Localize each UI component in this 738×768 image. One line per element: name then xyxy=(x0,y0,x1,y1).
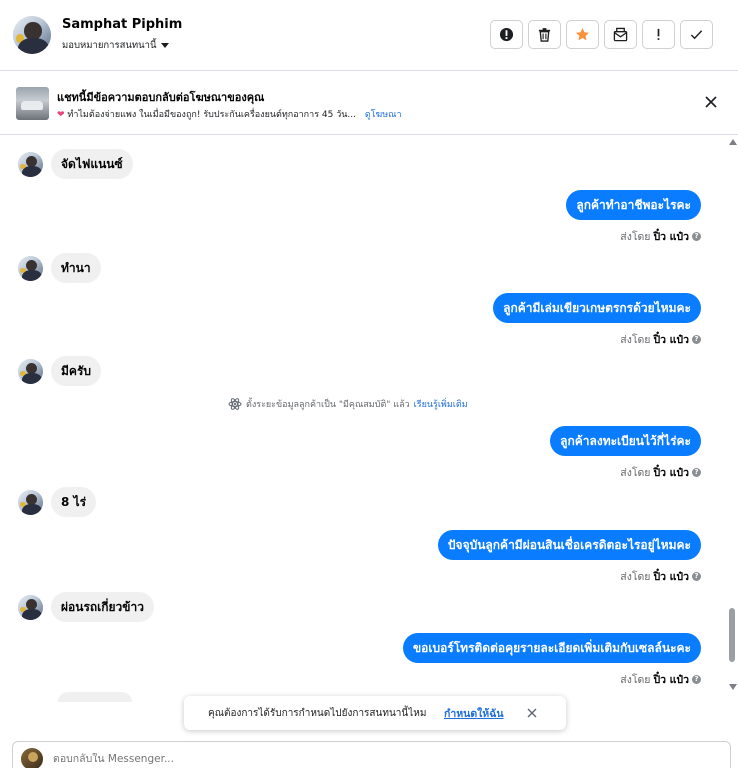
info-icon[interactable]: ? xyxy=(692,468,701,477)
learn-more-link[interactable]: เรียนรู้เพิ่มเติม xyxy=(414,397,468,411)
star-icon xyxy=(575,27,590,41)
info-icon[interactable]: ? xyxy=(692,232,701,241)
close-icon[interactable] xyxy=(526,707,538,719)
system-note: ตั้งระยะข้อมูลลูกค้าเป็น "มีคุณสมบัติ" แ… xyxy=(228,397,468,411)
sent-by-label: ส่งโดย ปิ๋ว แป๋ว ? xyxy=(620,331,701,348)
page-avatar xyxy=(21,748,43,768)
message-bubble[interactable]: ผ่อนรถเกี่ยวข้าว xyxy=(51,592,154,622)
sent-by-label: ส่งโดย ปิ๋ว แป๋ว ? xyxy=(620,671,701,688)
sender-name: ปิ๋ว แป๋ว xyxy=(653,467,689,479)
mark-unread-button[interactable] xyxy=(604,20,637,49)
customer-avatar xyxy=(18,489,43,515)
system-note-text: ตั้งระยะข้อมูลลูกค้าเป็น "มีคุณสมบัติ" แ… xyxy=(246,400,410,410)
sender-name: ปิ๋ว แป๋ว xyxy=(653,231,689,243)
message-outgoing: ลูกค้าทำอาชีพอะไรคะ ส่งโดย ปิ๋ว แป๋ว ? xyxy=(566,190,701,245)
message-incoming: 8 ไร่ xyxy=(18,487,97,517)
mark-unread-icon xyxy=(613,27,628,42)
message-incoming: มีครับ xyxy=(18,356,101,386)
trash-icon xyxy=(538,28,551,42)
message-bubble[interactable]: ทำนา xyxy=(51,253,101,283)
message-bubble[interactable]: ลูกค้าทำอาชีพอะไรคะ xyxy=(566,190,701,220)
view-ad-link[interactable]: ดูโฆษณา xyxy=(365,110,402,120)
ad-text: ทำไมต้องจ่ายแพง ในเมื่อมีของถูก! รับประก… xyxy=(67,110,356,120)
customer-avatar xyxy=(18,151,43,177)
message-bubble[interactable]: ปัจจุบันลูกค้ามีผ่อนสินเชื่อเครดิตอะไรอย… xyxy=(437,530,701,560)
ad-banner-title: แชทนี้มีข้อความตอบกลับต่อโฆษณาของคุณ xyxy=(57,91,265,104)
sender-name: ปิ๋ว แป๋ว xyxy=(653,334,689,346)
ad-reply-banner: แชทนี้มีข้อความตอบกลับต่อโฆษณาของคุณ ❤ ท… xyxy=(0,71,738,135)
ad-thumbnail[interactable] xyxy=(16,87,49,120)
assign-label: มอบหมายการสนทนานี้ xyxy=(62,40,157,51)
sent-by-prefix: ส่งโดย xyxy=(620,231,651,243)
assign-to-me-link[interactable]: กำหนดให้ฉัน xyxy=(444,705,504,722)
chevron-down-icon xyxy=(160,43,169,48)
star-button[interactable] xyxy=(566,20,599,49)
message-outgoing: ปัจจุบันลูกค้ามีผ่อนสินเชื่อเครดิตอะไรอย… xyxy=(437,530,701,585)
sent-by-label: ส่งโดย ปิ๋ว แป๋ว ? xyxy=(620,464,701,481)
partial-message-bubble xyxy=(58,692,132,702)
close-icon[interactable] xyxy=(704,95,718,109)
customer-avatar xyxy=(18,255,43,281)
follow-up-button[interactable] xyxy=(642,20,675,49)
heart-icon: ❤ xyxy=(57,110,65,120)
spam-icon xyxy=(499,27,514,42)
customer-avatar xyxy=(18,594,43,620)
mark-spam-button[interactable] xyxy=(490,20,523,49)
follow-up-icon xyxy=(657,28,660,40)
conversation-header: Samphat Piphim มอบหมายการสนทนานี้ xyxy=(0,0,738,71)
info-icon[interactable]: ? xyxy=(692,675,701,684)
message-list[interactable]: จัดไฟแนนซ์ ลูกค้าทำอาชีพอะไรคะ ส่งโดย ปิ… xyxy=(0,136,726,694)
scrollbar-thumb[interactable] xyxy=(729,608,735,662)
message-outgoing: ลูกค้ามีเล่มเขียวเกษตรกรด้วยไหมคะ ส่งโดย… xyxy=(493,293,701,348)
message-bubble[interactable]: มีครับ xyxy=(51,356,101,386)
sent-by-prefix: ส่งโดย xyxy=(620,334,651,346)
info-icon[interactable]: ? xyxy=(692,335,701,344)
done-icon xyxy=(690,30,703,40)
assign-dropdown[interactable]: มอบหมายการสนทนานี้ xyxy=(62,38,169,53)
sent-by-label: ส่งโดย ปิ๋ว แป๋ว ? xyxy=(620,568,701,585)
message-bubble[interactable]: จัดไฟแนนซ์ xyxy=(51,149,133,179)
customer-avatar xyxy=(18,358,43,384)
message-outgoing: ขอเบอร์โทรติดต่อคุยรายละเอียดเพิ่มเติมกั… xyxy=(402,633,701,688)
sent-by-label: ส่งโดย ปิ๋ว แป๋ว ? xyxy=(620,228,701,245)
assign-toast: คุณต้องการได้รับการกำหนดไปยังการสนทนานี้… xyxy=(184,696,566,730)
scroll-down-arrow-icon[interactable] xyxy=(729,684,737,690)
message-bubble[interactable]: ลูกค้าลงทะเบียนไว้กี่ไร่คะ xyxy=(550,426,701,456)
message-outgoing: ลูกค้าลงทะเบียนไว้กี่ไร่คะ ส่งโดย ปิ๋ว แ… xyxy=(550,426,701,481)
delete-button[interactable] xyxy=(528,20,561,49)
sender-name: ปิ๋ว แป๋ว xyxy=(653,571,689,583)
atom-icon xyxy=(228,398,242,410)
message-incoming: ผ่อนรถเกี่ยวข้าว xyxy=(18,592,154,622)
mark-done-button[interactable] xyxy=(680,20,713,49)
sent-by-prefix: ส่งโดย xyxy=(620,467,651,479)
sent-by-prefix: ส่งโดย xyxy=(620,571,651,583)
message-incoming: จัดไฟแนนซ์ xyxy=(18,149,133,179)
message-bubble[interactable]: 8 ไร่ xyxy=(51,487,97,517)
ad-banner-subtitle: ❤ ทำไมต้องจ่ายแพง ในเมื่อมีของถูก! รับปร… xyxy=(57,107,402,121)
message-bubble[interactable]: ขอเบอร์โทรติดต่อคุยรายละเอียดเพิ่มเติมกั… xyxy=(402,633,701,663)
message-incoming: ทำนา xyxy=(18,253,101,283)
toast-text: คุณต้องการได้รับการกำหนดไปยังการสนทนานี้… xyxy=(208,708,427,719)
scroll-up-arrow-icon[interactable] xyxy=(729,139,737,145)
customer-name[interactable]: Samphat Piphim xyxy=(62,17,182,32)
sender-name: ปิ๋ว แป๋ว xyxy=(653,674,689,686)
scrollbar[interactable] xyxy=(726,136,738,694)
sent-by-prefix: ส่งโดย xyxy=(620,674,651,686)
customer-avatar[interactable] xyxy=(13,16,51,54)
message-bubble[interactable]: ลูกค้ามีเล่มเขียวเกษตรกรด้วยไหมคะ xyxy=(493,293,701,323)
reply-input[interactable] xyxy=(53,753,653,765)
reply-composer xyxy=(12,741,731,768)
info-icon[interactable]: ? xyxy=(692,572,701,581)
